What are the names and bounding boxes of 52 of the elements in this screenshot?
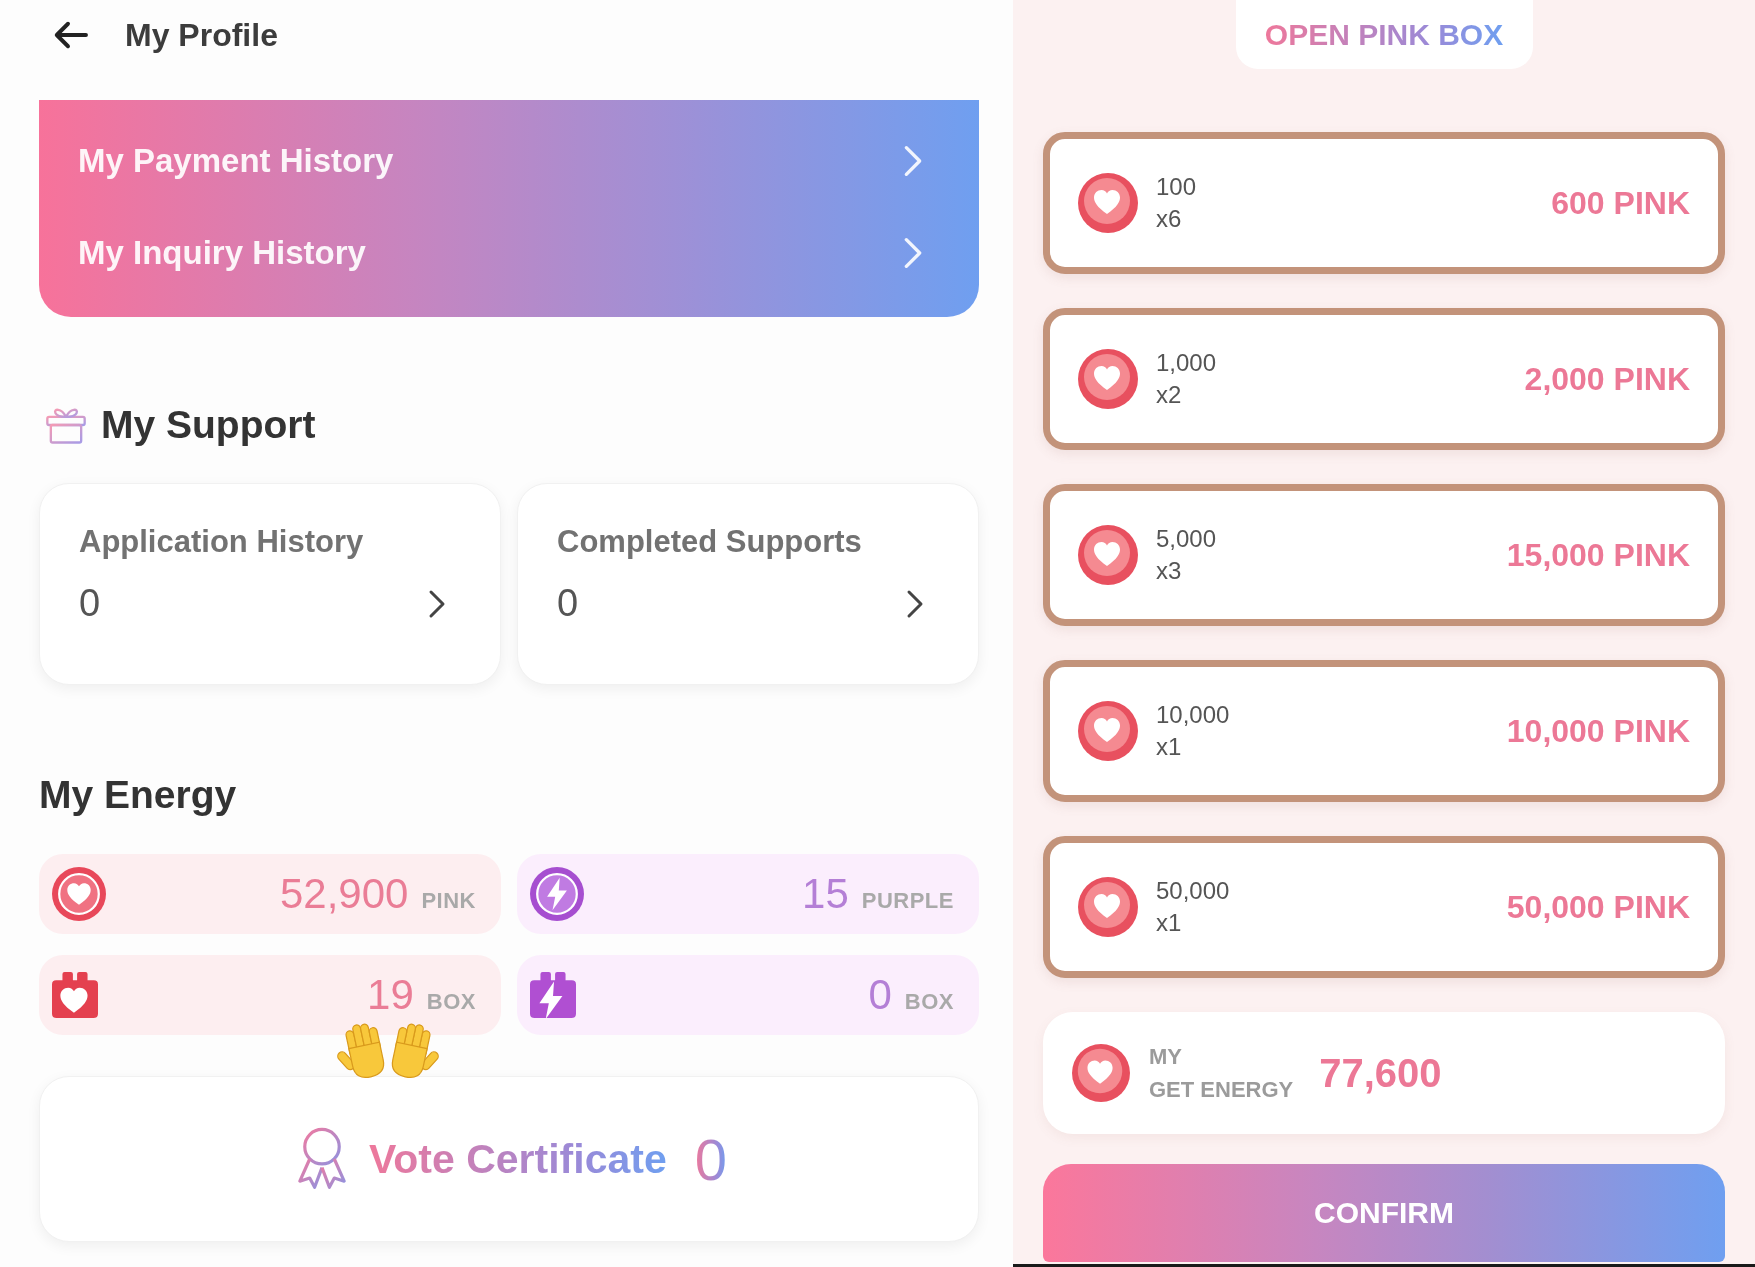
chevron-icon	[903, 144, 923, 178]
heart-coin-icon	[1078, 349, 1138, 409]
option-multiplier: x1	[1156, 734, 1182, 760]
option-amount: 50,000	[1156, 878, 1230, 904]
option-amount: 10,000	[1156, 702, 1230, 728]
option-multiplier: x6	[1156, 206, 1182, 232]
energy-value: 0	[868, 971, 892, 1019]
option-multiplier: x2	[1156, 382, 1182, 408]
box-option-card[interactable]: 100 x6 600 PINK	[1043, 132, 1725, 274]
heart-box-icon	[52, 971, 98, 1019]
back-icon[interactable]	[53, 20, 89, 50]
card-label: Application History	[79, 524, 364, 560]
heart-coin-icon	[1078, 701, 1138, 761]
heart-coin-icon	[1072, 1044, 1130, 1102]
box-option-card[interactable]: 1,000 x2 2,000 PINK	[1043, 308, 1725, 450]
heart-coin-icon	[52, 867, 106, 921]
energy-unit: PURPLE	[861, 888, 954, 914]
box-option-card[interactable]: 5,000 x3 15,000 PINK	[1043, 484, 1725, 626]
lightning-coin-icon	[530, 867, 584, 921]
support-card[interactable]: Completed Supports 0	[517, 483, 979, 685]
option-amount: 1,000	[1156, 350, 1217, 376]
energy-unit: BOX	[904, 989, 954, 1015]
lightning-box-icon	[530, 971, 576, 1019]
energy-value: 52,900	[279, 870, 409, 918]
option-price: 15,000 PINK	[1506, 536, 1690, 574]
option-amount: 100	[1156, 174, 1197, 200]
energy-summary-label: MY GET ENERGY	[1149, 1043, 1294, 1104]
option-amount: 5,000	[1156, 526, 1217, 552]
option-price: 600 PINK	[1551, 184, 1690, 222]
option-price: 10,000 PINK	[1506, 712, 1690, 750]
card-value: 0	[79, 582, 101, 625]
energy-unit: BOX	[426, 989, 476, 1015]
support-card[interactable]: Application History 0	[39, 483, 501, 685]
option-multiplier: x3	[1156, 558, 1182, 584]
energy-value: 15	[802, 870, 849, 918]
chevron-icon	[903, 236, 923, 270]
option-price: 50,000 PINK	[1506, 888, 1690, 926]
card-value: 0	[557, 582, 579, 625]
energy-unit: PINK	[421, 888, 476, 914]
energy-summary-value: 77,600	[1319, 1050, 1442, 1096]
section-title: My Energy	[39, 773, 237, 817]
option-price: 2,000 PINK	[1524, 360, 1690, 398]
heart-coin-icon	[1078, 877, 1138, 937]
section-title: My Support	[101, 403, 316, 447]
energy-value: 19	[367, 971, 414, 1019]
heart-coin-icon	[1078, 525, 1138, 585]
box-option-card[interactable]: 10,000 x1 10,000 PINK	[1043, 660, 1725, 802]
option-multiplier: x1	[1156, 910, 1182, 936]
box-option-card[interactable]: 50,000 x1 50,000 PINK	[1043, 836, 1725, 978]
card-label: Completed Supports	[557, 524, 862, 560]
heart-coin-icon	[1078, 173, 1138, 233]
page-title: My Profile	[125, 16, 278, 54]
